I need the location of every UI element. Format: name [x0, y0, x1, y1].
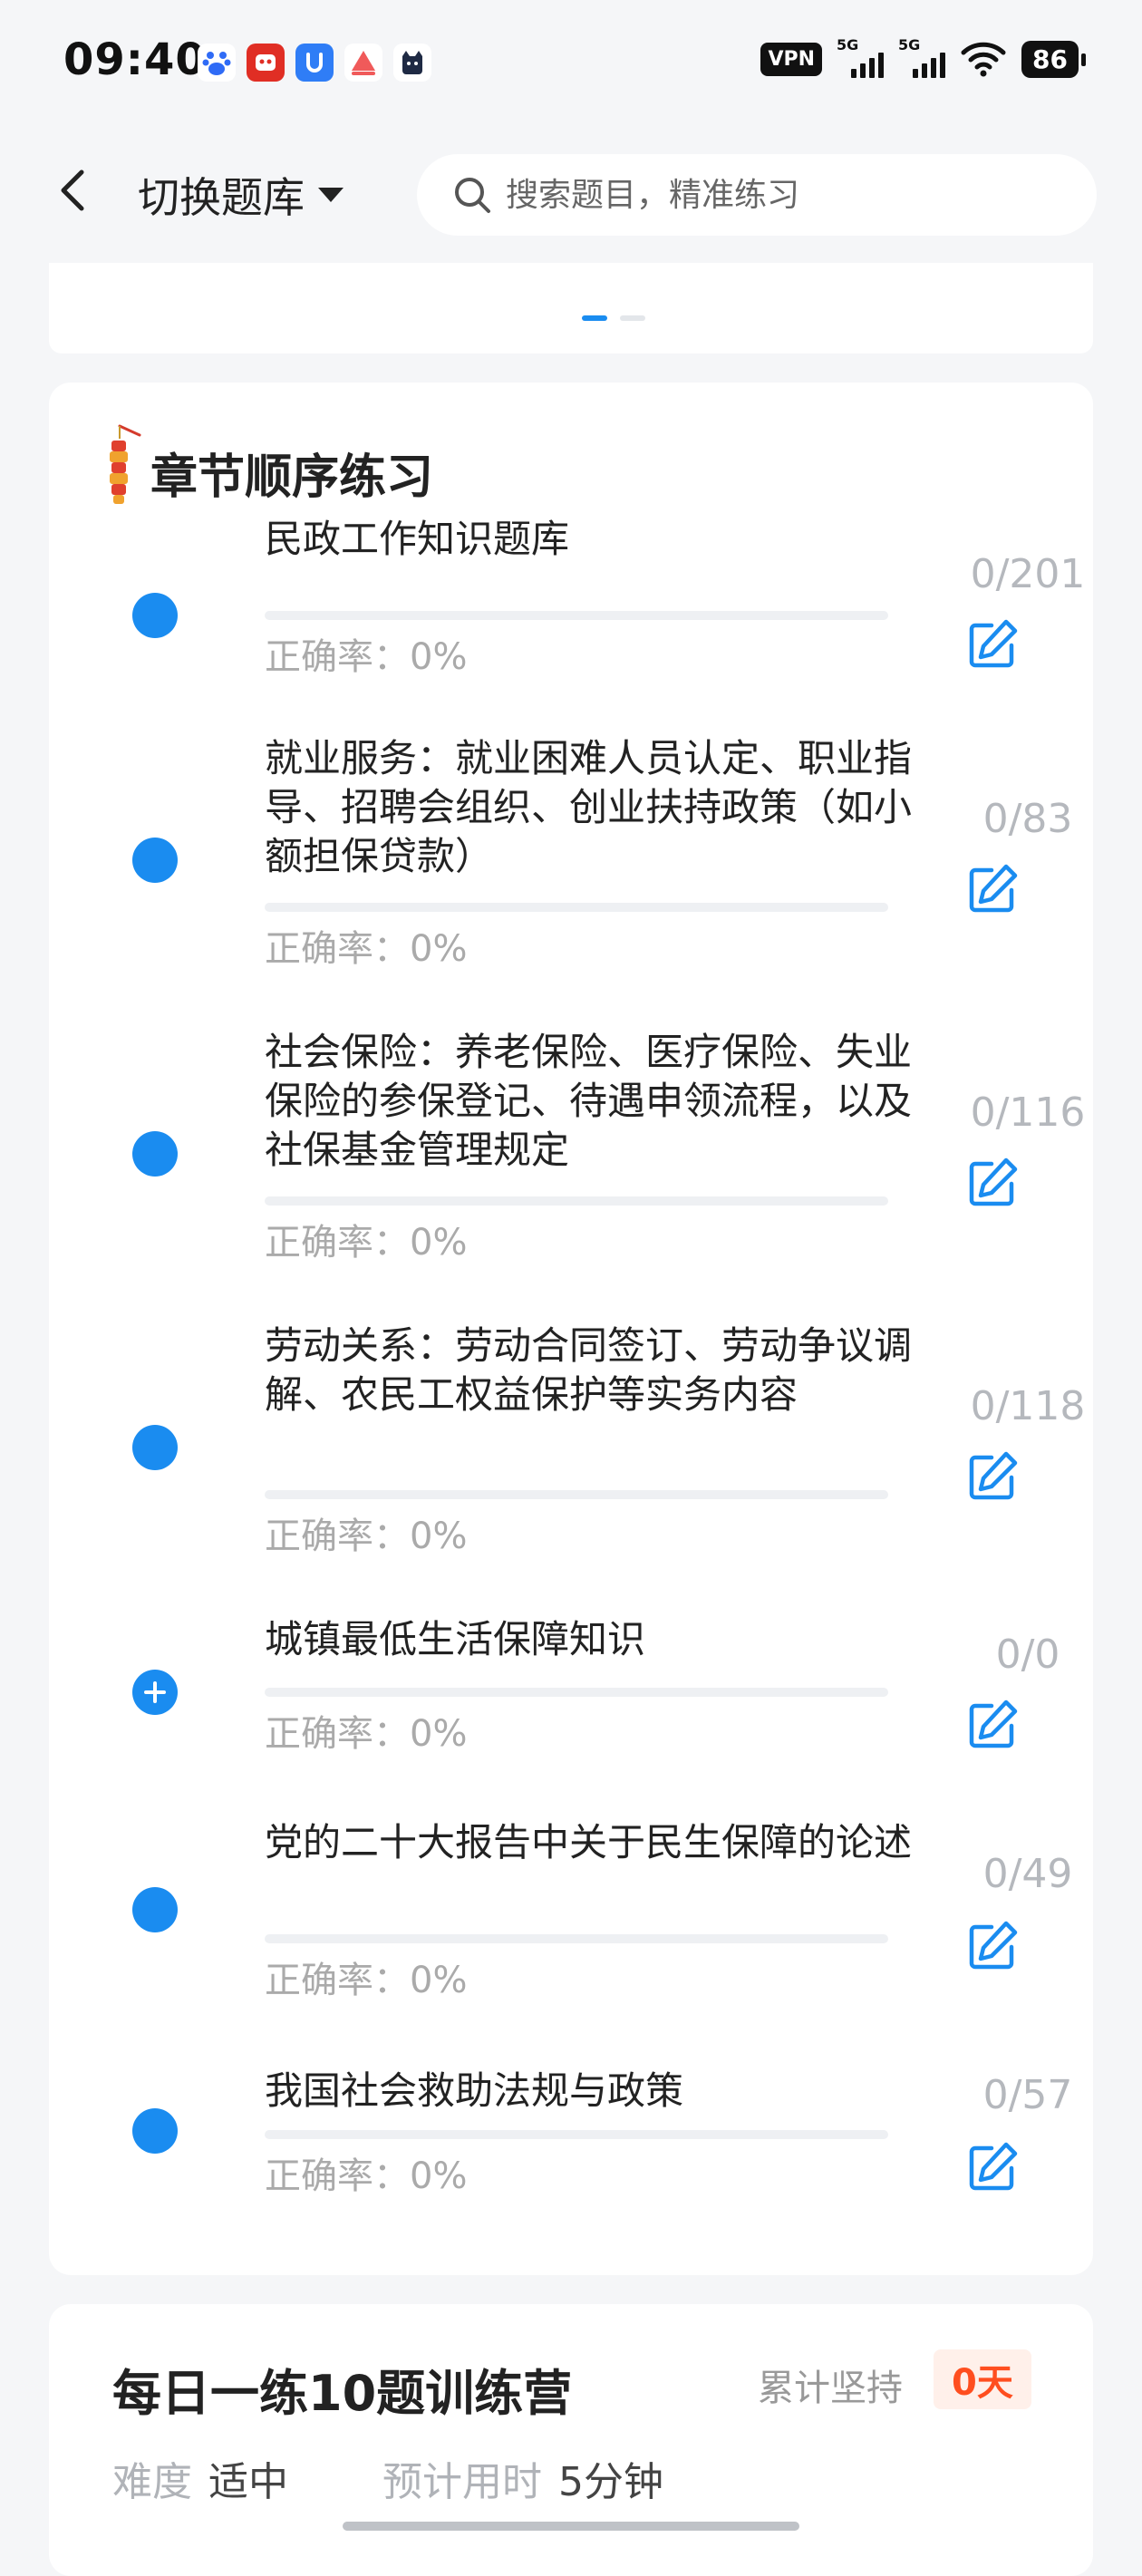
persist-days-badge: 0天 — [934, 2349, 1031, 2409]
estimated-time-info: 预计用时 5分钟 — [382, 2449, 663, 2507]
cellular-signal-2: 5G — [898, 36, 946, 78]
status-time: 09:40 — [63, 34, 207, 85]
chapter-question-count: 0/57 — [982, 2072, 1073, 2118]
chapter-accuracy: 正确率：0% — [265, 919, 467, 972]
chapter-question-count: 0/116 — [970, 1089, 1086, 1136]
back-arrow-icon[interactable] — [47, 163, 102, 218]
camp-title: 每日一练10题训练营 — [112, 2365, 573, 2422]
difficulty-value: 适中 — [208, 2459, 288, 2505]
chapter-question-count: 0/83 — [982, 796, 1073, 842]
chapter-accuracy: 正确率：0% — [265, 627, 467, 680]
carousel-indicator — [582, 315, 645, 321]
accuracy-value: 0% — [410, 636, 468, 678]
chapter-bullet — [132, 2108, 178, 2154]
chapter-progress-bar — [265, 1490, 888, 1499]
chapter-question-count: 0/0 — [995, 1632, 1060, 1678]
chapter-title[interactable]: 我国社会救助法规与政策 — [265, 2067, 917, 2116]
chapter-bullet — [132, 1887, 178, 1932]
practice-edit-icon[interactable] — [964, 861, 1021, 917]
status-bar: 09:40 VPN 5G 5G 86 — [0, 0, 1142, 127]
accuracy-label: 正确率： — [265, 1713, 410, 1755]
expand-chapter-button[interactable] — [132, 1670, 178, 1715]
chapter-question-count: 0/49 — [982, 1851, 1073, 1897]
accuracy-value: 0% — [410, 2155, 468, 2197]
accuracy-value: 0% — [410, 1960, 468, 2001]
chapter-title[interactable]: 民政工作知识题库 — [265, 515, 917, 564]
persist-label: 累计坚持 — [758, 2368, 903, 2409]
network-type: 5G — [837, 36, 859, 53]
chapter-progress-bar — [265, 611, 888, 620]
daily-training-camp-card[interactable]: 每日一练10题训练营 累计坚持 0天 难度 适中 预计用时 5分钟 — [49, 2304, 1093, 2576]
estimated-time-label: 预计用时 — [382, 2459, 542, 2505]
accuracy-label: 正确率： — [265, 1960, 410, 2001]
section-title: 章节顺序练习 — [150, 450, 434, 505]
chapter-title[interactable]: 社会保险：养老保险、医疗保险、失业保险的参保登记、待遇申领流程，以及社保基金管理… — [265, 1028, 917, 1175]
practice-edit-icon[interactable] — [964, 2139, 1021, 2195]
practice-edit-icon[interactable] — [964, 616, 1021, 673]
chapter-progress-bar — [265, 903, 888, 912]
triangle-app-icon — [344, 44, 382, 82]
chapter-question-count: 0/201 — [970, 551, 1086, 597]
chapter-progress-bar — [265, 1196, 888, 1206]
vpn-badge: VPN — [760, 42, 823, 76]
chapter-accuracy: 正确率：0% — [265, 1506, 467, 1559]
network-type: 5G — [898, 36, 921, 53]
carousel-dot-active[interactable] — [582, 315, 607, 321]
accuracy-value: 0% — [410, 1713, 468, 1755]
banner-carousel — [49, 263, 1093, 353]
chapter-question-count: 0/118 — [970, 1383, 1086, 1429]
accuracy-value: 0% — [410, 1516, 468, 1557]
home-indicator[interactable] — [343, 2522, 799, 2531]
chapter-bullet — [132, 1131, 178, 1177]
chapter-progress-bar — [265, 1934, 888, 1943]
practice-edit-icon[interactable] — [964, 1448, 1021, 1505]
cat-app-icon — [393, 44, 431, 82]
chapter-bullet — [132, 1425, 178, 1470]
chapter-bullet — [132, 838, 178, 883]
accuracy-value: 0% — [410, 1222, 468, 1264]
chapter-accuracy: 正确率：0% — [265, 1704, 467, 1757]
chapter-progress-bar — [265, 2130, 888, 2139]
chapter-accuracy: 正确率：0% — [265, 2146, 467, 2199]
practice-edit-icon[interactable] — [964, 1918, 1021, 1974]
accuracy-label: 正确率： — [265, 2155, 410, 2197]
pinduoduo-icon — [247, 44, 285, 82]
baidu-icon — [198, 44, 236, 82]
search-icon — [455, 178, 490, 213]
accuracy-label: 正确率： — [265, 1222, 410, 1264]
chapter-accuracy: 正确率：0% — [265, 1213, 467, 1265]
chapter-bullet — [132, 593, 178, 638]
search-bar[interactable] — [417, 154, 1097, 236]
chapter-title[interactable]: 劳动关系：劳动合同签订、劳动争议调解、农民工权益保护等实务内容 — [265, 1322, 917, 1419]
estimated-time-value: 5分钟 — [558, 2459, 663, 2505]
accuracy-value: 0% — [410, 928, 468, 970]
chapter-title[interactable]: 城镇最低生活保障知识 — [265, 1615, 917, 1664]
practice-edit-icon[interactable] — [964, 1697, 1021, 1753]
switch-question-bank-button[interactable]: 切换题库 — [138, 165, 346, 225]
plus-icon — [144, 1681, 166, 1703]
search-input[interactable] — [504, 175, 1069, 215]
accuracy-label: 正确率： — [265, 636, 410, 678]
chapter-progress-bar — [265, 1688, 888, 1697]
accuracy-label: 正确率： — [265, 928, 410, 970]
wifi-icon — [961, 42, 1006, 77]
chapter-title[interactable]: 党的二十大报告中关于民生保障的论述 — [265, 1818, 917, 1867]
firecracker-icon — [110, 424, 141, 504]
status-app-icons — [198, 44, 431, 82]
difficulty-info: 难度 适中 — [112, 2449, 288, 2507]
accuracy-label: 正确率： — [265, 1516, 410, 1557]
switch-question-bank-label: 切换题库 — [138, 173, 305, 222]
uc-icon — [295, 44, 334, 82]
top-nav: 切换题库 — [0, 127, 1142, 263]
battery-indicator: 86 — [1021, 40, 1086, 78]
chapter-accuracy: 正确率：0% — [265, 1951, 467, 2003]
carousel-dot[interactable] — [620, 315, 645, 321]
status-indicators: VPN 5G 5G 86 — [760, 36, 1086, 78]
chapter-title[interactable]: 就业服务：就业困难人员认定、职业指导、招聘会组织、创业扶持政策（如小额担保贷款） — [265, 734, 917, 881]
cellular-signal-1: 5G — [837, 36, 885, 78]
caret-down-icon — [318, 188, 344, 202]
difficulty-label: 难度 — [112, 2459, 192, 2505]
chapter-practice-card: 章节顺序练习 民政工作知识题库 正确率：0% 0/201 就业服务：就业困难人员认定、… — [49, 383, 1093, 2275]
practice-edit-icon[interactable] — [964, 1155, 1021, 1211]
